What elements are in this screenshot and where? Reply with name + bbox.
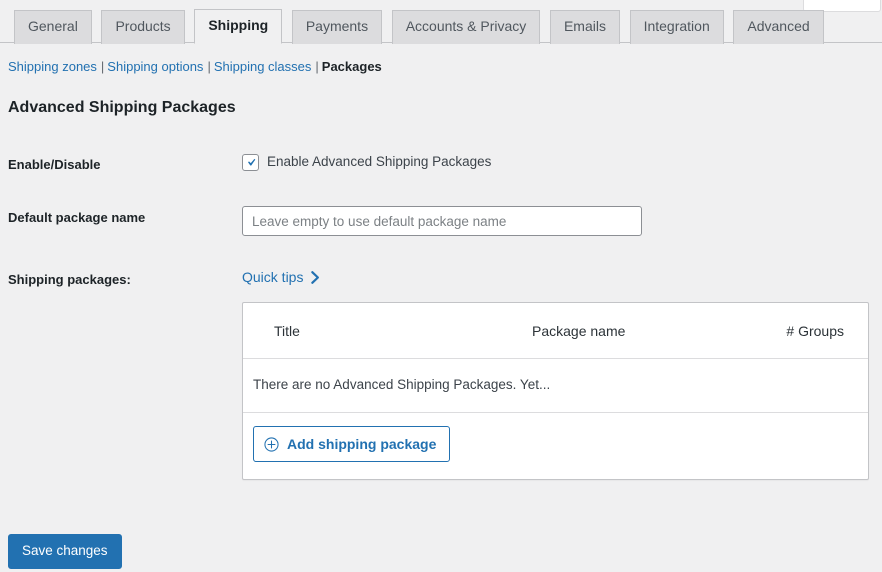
- save-changes-button[interactable]: Save changes: [8, 534, 122, 569]
- setting-row-default-package-name: Default package name: [0, 194, 882, 256]
- column-header-groups: # Groups: [786, 322, 844, 339]
- subnav-item-shipping-options[interactable]: Shipping options: [107, 59, 203, 74]
- setting-row-enable-disable: Enable/Disable Enable Advanced Shipping …: [0, 141, 882, 194]
- shipping-packages-control: Quick tips Title Package name # Groups T…: [242, 256, 882, 500]
- checkbox-box[interactable]: [242, 153, 259, 171]
- subnav-separator: |: [100, 59, 105, 74]
- tab-emails[interactable]: Emails: [549, 10, 620, 44]
- checkbox-label: Enable Advanced Shipping Packages: [267, 154, 492, 170]
- plus-circle-icon: [264, 437, 279, 452]
- form-submit-area: Save changes: [8, 534, 882, 569]
- tab-advanced[interactable]: Advanced: [733, 10, 824, 44]
- tab-accounts-privacy[interactable]: Accounts & Privacy: [391, 10, 541, 44]
- enable-disable-label: Enable/Disable: [8, 157, 101, 173]
- tab-shipping[interactable]: Shipping: [194, 9, 283, 44]
- tab-general[interactable]: General: [14, 10, 92, 44]
- tab-integration[interactable]: Integration: [629, 10, 724, 44]
- setting-row-shipping-packages: Shipping packages: Quick tips Title Pack…: [0, 256, 882, 500]
- default-package-name-input[interactable]: [242, 206, 642, 237]
- tab-payments[interactable]: Payments: [291, 10, 383, 44]
- column-header-title: Title: [274, 322, 300, 339]
- quick-tips-label: Quick tips: [242, 269, 304, 286]
- chevron-right-icon: [309, 270, 322, 285]
- column-header-package-name: Package name: [532, 322, 626, 339]
- add-shipping-package-button[interactable]: Add shipping package: [253, 426, 451, 463]
- page-title: Advanced Shipping Packages: [8, 99, 236, 116]
- subnav-separator: |: [207, 59, 211, 74]
- settings-form-table: Enable/Disable Enable Advanced Shipping …: [0, 141, 882, 500]
- enable-advanced-shipping-packages-checkbox[interactable]: Enable Advanced Shipping Packages: [242, 153, 872, 171]
- enable-disable-control: Enable Advanced Shipping Packages: [242, 141, 882, 194]
- subnav-separator: |: [315, 59, 319, 74]
- table-footer: Add shipping package: [243, 413, 868, 479]
- quick-tips-link[interactable]: Quick tips: [242, 268, 322, 286]
- settings-tab-bar: General Products Shipping Payments Accou…: [0, 0, 882, 44]
- default-package-name-control: [242, 194, 882, 256]
- shipping-subnav: Shipping zones | Shipping options | Shipping…: [8, 54, 882, 80]
- default-package-name-label: Default package name: [8, 210, 146, 226]
- subnav-item-packages[interactable]: Packages: [322, 59, 382, 74]
- checkmark-icon: [248, 158, 256, 166]
- add-shipping-package-label: Add shipping package: [287, 436, 437, 453]
- shipping-packages-table: Title Package name # Groups There are no…: [242, 302, 869, 481]
- shipping-packages-label: Shipping packages:: [8, 272, 131, 288]
- subnav-item-shipping-classes[interactable]: Shipping classes: [214, 59, 312, 74]
- table-empty-message: There are no Advanced Shipping Packages.…: [243, 359, 868, 414]
- subnav-item-shipping-zones[interactable]: Shipping zones: [8, 59, 97, 74]
- table-header-row: Title Package name # Groups: [243, 303, 868, 360]
- tab-products[interactable]: Products: [101, 10, 185, 44]
